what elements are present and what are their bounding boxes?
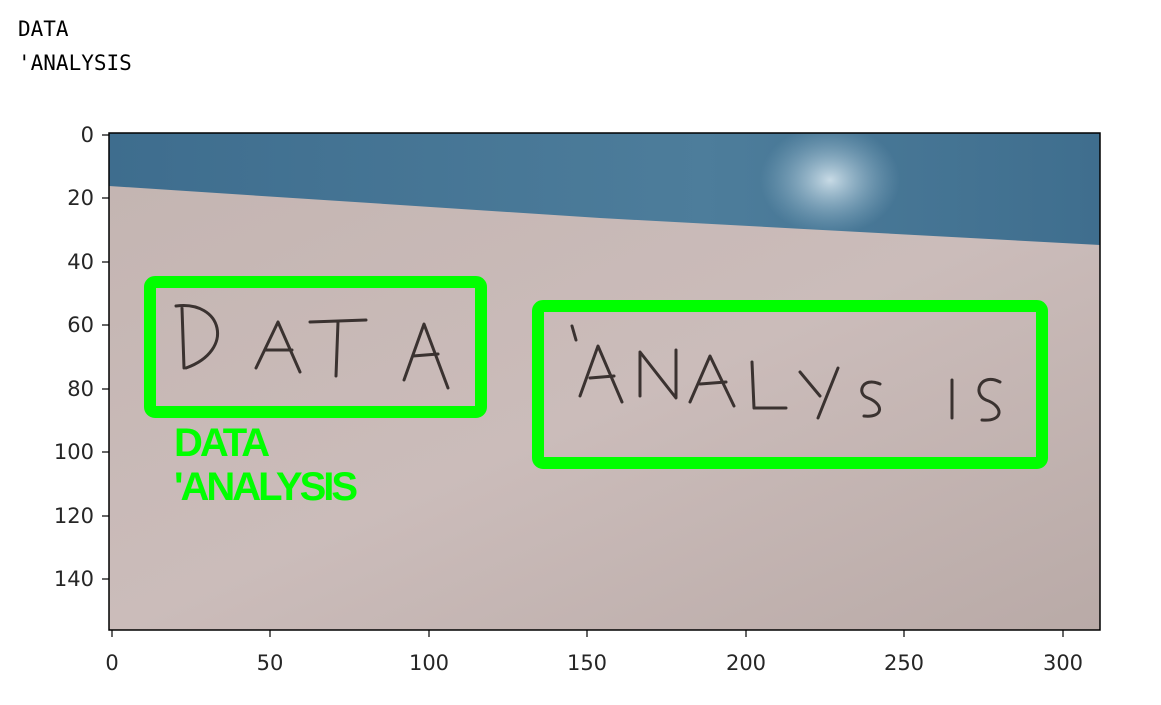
y-tick-label: 100 [54, 440, 94, 464]
y-tick-label: 20 [67, 186, 94, 210]
y-tick-label: 40 [67, 250, 94, 274]
x-tick-label: 300 [1043, 651, 1083, 675]
x-tick-label: 200 [726, 651, 766, 675]
x-axis: 0 50 100 150 200 250 300 [105, 630, 1083, 675]
y-tick-label: 0 [81, 123, 94, 147]
overlay-text-line-1: DATA [174, 421, 269, 465]
x-tick-label: 150 [567, 651, 607, 675]
image-figure: DATA 'ANALYSIS 0 50 100 150 200 250 300 … [54, 123, 1101, 675]
photo: DATA 'ANALYSIS [109, 133, 1100, 630]
x-tick-label: 50 [257, 651, 284, 675]
overlay-text-line-2: 'ANALYSIS [174, 465, 357, 509]
x-tick-label: 250 [884, 651, 924, 675]
x-tick-label: 100 [409, 651, 449, 675]
y-tick-label: 140 [54, 567, 94, 591]
x-tick-label: 0 [105, 651, 118, 675]
y-tick-label: 120 [54, 504, 94, 528]
y-tick-label: 60 [67, 313, 94, 337]
light-glare [760, 133, 900, 235]
y-axis: 0 20 40 60 80 100 120 140 [54, 123, 109, 591]
y-tick-label: 80 [67, 377, 94, 401]
